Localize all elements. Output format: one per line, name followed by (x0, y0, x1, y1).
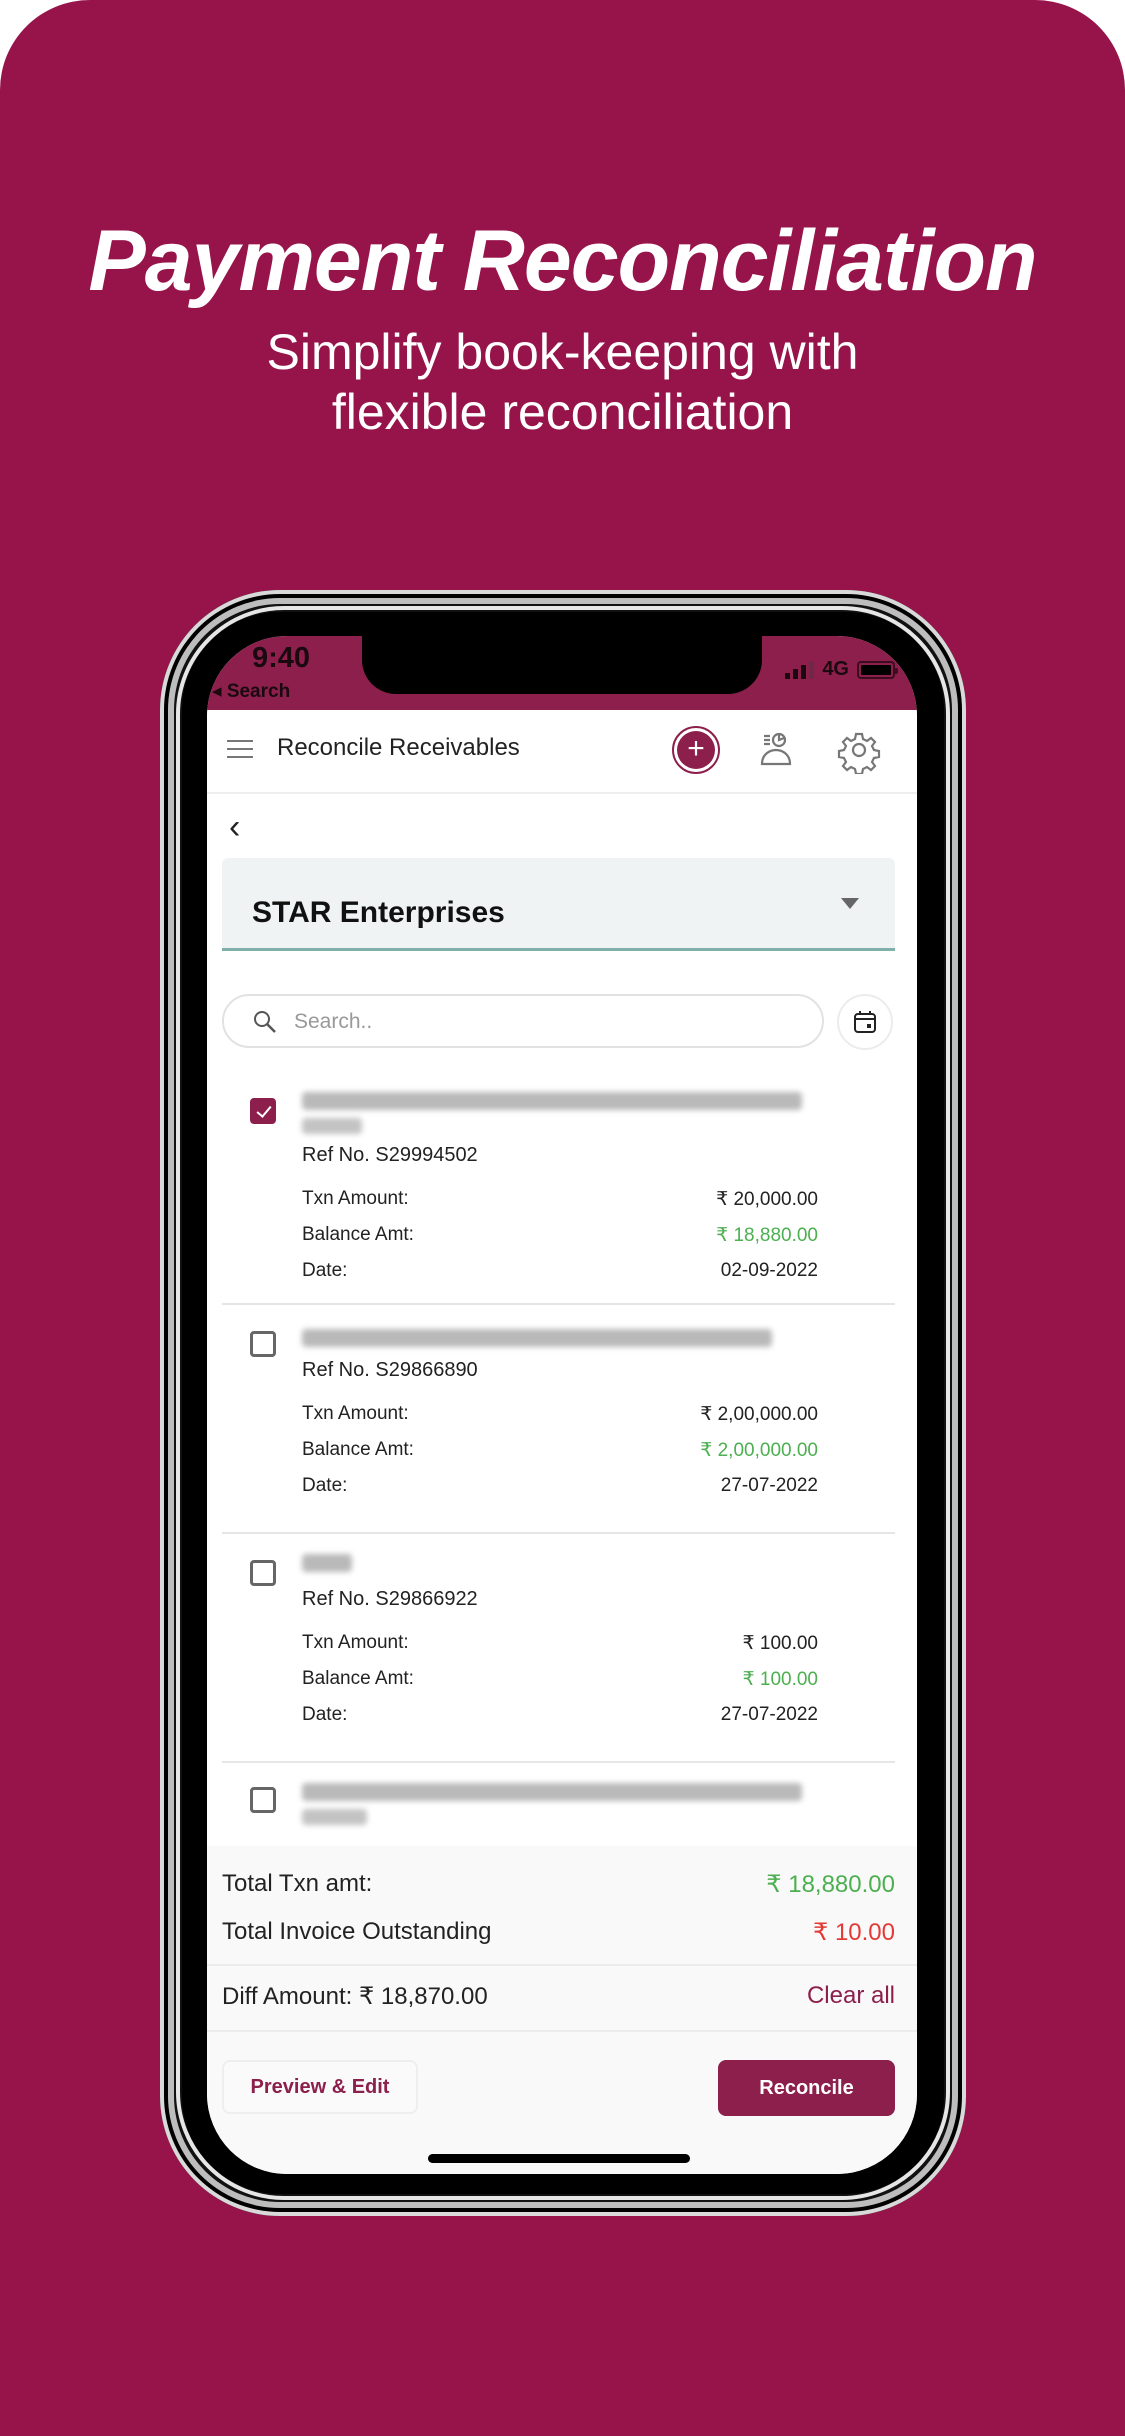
txn-amount-label: Txn Amount: (302, 1403, 409, 1424)
transaction-item[interactable]: Ref No. S29866890 Txn Amount: ₹ 2,00,000… (222, 1305, 895, 1534)
total-txn-row: Total Txn amt: ₹ 18,880.00 (222, 1870, 895, 1898)
divider (207, 2030, 917, 2032)
transaction-checkbox[interactable] (250, 1331, 276, 1357)
page-title: Reconcile Receivables (277, 734, 520, 761)
promo-subline-1: Simplify book-keeping with (266, 324, 859, 380)
transaction-description-redacted (302, 1783, 802, 1801)
status-indicators: 4G (785, 658, 898, 681)
party-dropdown[interactable]: STAR Enterprises (222, 858, 895, 951)
date-row: Date: 27-07-2022 (302, 1475, 818, 1497)
transaction-description-redacted (302, 1092, 802, 1110)
balance-amt-value: ₹ 100.00 (742, 1669, 818, 1690)
txn-amount-value: ₹ 2,00,000.00 (700, 1404, 818, 1425)
date-value: 27-07-2022 (720, 1704, 818, 1725)
transaction-checkbox[interactable] (250, 1787, 276, 1813)
add-button[interactable]: + (672, 726, 720, 774)
date-value: 27-07-2022 (720, 1475, 818, 1496)
date-label: Date: (302, 1704, 348, 1725)
transaction-item[interactable]: Ref No. S29866922 Txn Amount: ₹ 100.00 B… (222, 1534, 895, 1763)
balance-amt-row: Balance Amt: ₹ 100.00 (302, 1668, 818, 1690)
balance-amt-value: ₹ 18,880.00 (716, 1225, 818, 1246)
calendar-icon (854, 1011, 876, 1033)
status-bar: 9:40 ◂ Search 4G (207, 636, 917, 710)
date-label: Date: (302, 1475, 348, 1496)
signal-icon (785, 660, 815, 679)
txn-amount-value: ₹ 100.00 (742, 1633, 818, 1654)
total-txn-value: ₹ 18,880.00 (766, 1871, 895, 1898)
balance-amt-row: Balance Amt: ₹ 18,880.00 (302, 1224, 818, 1246)
total-txn-label: Total Txn amt: (222, 1870, 373, 1897)
transaction-checkbox[interactable] (250, 1098, 276, 1124)
total-invoice-label: Total Invoice Outstanding (222, 1918, 492, 1945)
transaction-description-redacted (302, 1118, 362, 1134)
total-invoice-row: Total Invoice Outstanding ₹ 10.00 (222, 1918, 895, 1946)
diff-amount: Diff Amount: ₹ 18,870.00 (222, 1983, 488, 2010)
search-input[interactable]: Search.. (222, 994, 824, 1048)
balance-amt-value: ₹ 2,00,000.00 (700, 1440, 818, 1461)
transaction-ref: Ref No. S29866922 (302, 1588, 478, 1610)
total-invoice-value: ₹ 10.00 (813, 1919, 895, 1946)
caret-down-icon (841, 898, 859, 909)
party-dropdown-value: STAR Enterprises (252, 896, 505, 929)
phone-screen: 9:40 ◂ Search 4G Reconcile Receivables + (207, 636, 917, 2174)
clear-all-link[interactable]: Clear all (807, 1982, 895, 2010)
customer-report-icon[interactable] (752, 726, 800, 774)
back-to-search-link[interactable]: ◂ Search (212, 680, 290, 703)
txn-amount-row: Txn Amount: ₹ 20,000.00 (302, 1188, 818, 1210)
divider (207, 1964, 917, 1966)
transaction-description-redacted (302, 1329, 772, 1347)
transaction-ref: Ref No. S29866890 (302, 1359, 478, 1381)
txn-amount-value: ₹ 20,000.00 (716, 1189, 818, 1210)
battery-icon (857, 660, 898, 679)
date-value: 02-09-2022 (720, 1260, 818, 1281)
balance-amt-label: Balance Amt: (302, 1439, 414, 1460)
phone-notch (362, 636, 762, 694)
transaction-checkbox[interactable] (250, 1560, 276, 1586)
reconcile-button[interactable]: Reconcile (718, 2060, 895, 2116)
balance-amt-label: Balance Amt: (302, 1224, 414, 1245)
plus-icon: + (677, 731, 715, 769)
home-indicator[interactable] (428, 2154, 690, 2163)
network-type: 4G (822, 658, 849, 680)
txn-amount-row: Txn Amount: ₹ 100.00 (302, 1632, 818, 1654)
transaction-list: Ref No. S29994502 Txn Amount: ₹ 20,000.0… (222, 1076, 895, 1843)
app-bar: Reconcile Receivables + (207, 710, 917, 794)
summary-panel: Total Txn amt: ₹ 18,880.00 Total Invoice… (207, 1846, 917, 2174)
balance-amt-row: Balance Amt: ₹ 2,00,000.00 (302, 1439, 818, 1461)
promo-headline: Payment Reconciliation (88, 213, 1037, 309)
txn-amount-label: Txn Amount: (302, 1632, 409, 1653)
status-time: 9:40 (252, 642, 311, 674)
transaction-description-redacted (302, 1809, 367, 1825)
date-row: Date: 27-07-2022 (302, 1704, 818, 1726)
settings-icon[interactable] (835, 726, 883, 776)
balance-amt-label: Balance Amt: (302, 1668, 414, 1689)
transaction-ref: Ref No. S29994502 (302, 1144, 478, 1166)
date-filter-button[interactable] (837, 994, 893, 1050)
transaction-item[interactable] (222, 1763, 895, 1843)
transaction-item[interactable]: Ref No. S29994502 Txn Amount: ₹ 20,000.0… (222, 1076, 895, 1305)
search-placeholder: Search.. (294, 1010, 373, 1033)
search-icon (252, 1009, 278, 1040)
txn-amount-row: Txn Amount: ₹ 2,00,000.00 (302, 1403, 818, 1425)
promo-subline-2: flexible reconciliation (331, 384, 794, 440)
back-button[interactable]: ‹ (229, 808, 240, 847)
menu-icon[interactable] (227, 740, 253, 760)
txn-amount-label: Txn Amount: (302, 1188, 409, 1209)
transaction-description-redacted (302, 1554, 352, 1572)
diff-amount-row: Diff Amount: ₹ 18,870.00 Clear all (222, 1982, 895, 2011)
date-label: Date: (302, 1260, 348, 1281)
preview-edit-button[interactable]: Preview & Edit (222, 2060, 418, 2114)
date-row: Date: 02-09-2022 (302, 1260, 818, 1282)
promo-subline: Simplify book-keeping with flexible reco… (0, 322, 1125, 442)
